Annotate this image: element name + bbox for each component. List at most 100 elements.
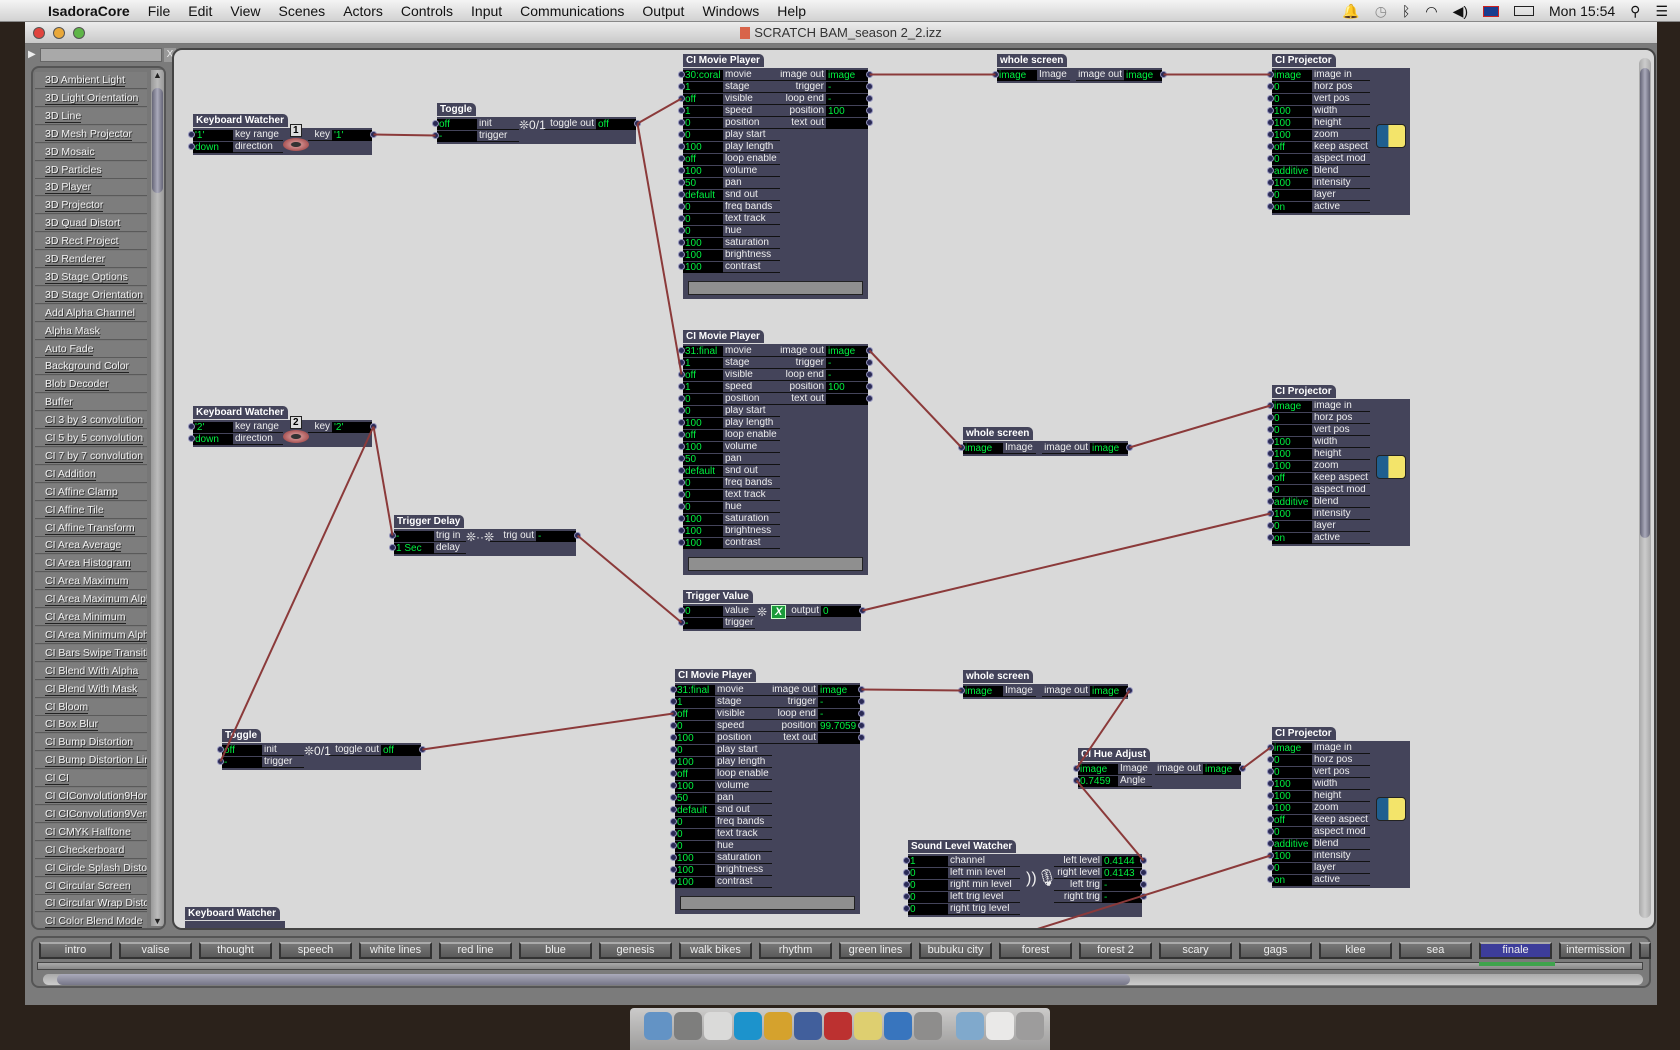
input-value[interactable]: image — [963, 685, 1003, 697]
input-port[interactable] — [678, 71, 685, 78]
actor-list-item[interactable]: CI CIConvolution9Horizontal — [35, 788, 147, 805]
patch-cable[interactable] — [1129, 404, 1271, 449]
output-port[interactable] — [370, 423, 377, 430]
input-port[interactable] — [678, 419, 685, 426]
actor-body[interactable]: '1' key range down direction key '1' 1 — [188, 124, 377, 155]
input-value[interactable]: 100 — [1272, 460, 1312, 472]
actor-list-item[interactable]: CI Bump Distortion Linear — [35, 752, 147, 770]
menu-windows[interactable]: Windows — [693, 3, 768, 19]
input-port[interactable] — [1267, 119, 1274, 126]
input-value[interactable]: 50 — [675, 792, 715, 804]
actor-list-item[interactable]: CI Circle Splash Distortion — [35, 859, 147, 877]
isadora-icon[interactable] — [824, 1012, 852, 1040]
battery-icon[interactable] — [1514, 6, 1534, 16]
input-value[interactable]: image — [1078, 763, 1118, 775]
input-value[interactable]: image — [1272, 400, 1312, 412]
actor-list-item[interactable]: CI Area Maximum Alpha — [35, 591, 147, 609]
output-port[interactable] — [866, 395, 873, 402]
actor-body[interactable]: off init - trigger toggle out off ❊0/1 — [432, 117, 641, 144]
input-port[interactable] — [1267, 131, 1274, 138]
actor-list-item[interactable]: 3D Quad Distort — [35, 215, 147, 233]
input-value[interactable]: 1 — [683, 381, 723, 393]
input-value[interactable]: off — [683, 153, 723, 165]
scene-white-lines[interactable]: white lines — [359, 942, 432, 959]
input-port[interactable] — [1267, 768, 1274, 775]
actor-list-item[interactable]: CI 3 by 3 convolution — [35, 412, 147, 430]
output-port[interactable] — [866, 119, 873, 126]
input-port[interactable] — [678, 191, 685, 198]
input-value[interactable]: 0 — [675, 840, 715, 852]
scrollbar-thumb[interactable] — [57, 974, 1130, 985]
scene-genesis[interactable]: genesis — [599, 942, 672, 959]
input-value[interactable]: 0 — [675, 720, 715, 732]
input-value[interactable]: 100 — [683, 261, 723, 273]
input-value[interactable]: 0 — [1272, 826, 1312, 838]
input-value[interactable]: 0 — [1272, 424, 1312, 436]
actor-body[interactable]: - trig in 1 Sec delay trig out - ❊··❊ — [389, 529, 581, 556]
input-port[interactable] — [670, 830, 677, 837]
output-port[interactable] — [1140, 857, 1147, 864]
actor-keyboard-watcher[interactable]: Keyboard Watcher '2' key range down directio… — [188, 402, 377, 447]
patch-canvas[interactable]: Keyboard Watcher '1' key range down directio… — [172, 48, 1656, 930]
actor-list-item[interactable]: 3D Projector — [35, 197, 147, 215]
input-value[interactable]: 0 — [1272, 189, 1312, 201]
input-port[interactable] — [670, 770, 677, 777]
input-value[interactable]: 1 — [683, 105, 723, 117]
scene-thought[interactable]: thought — [199, 942, 272, 959]
input-port[interactable] — [1267, 744, 1274, 751]
output-port[interactable] — [1140, 869, 1147, 876]
input-value[interactable]: - — [683, 617, 723, 629]
actor-body[interactable]: image image in 0 horz pos 0 vert pos 100 width 1… — [1267, 741, 1410, 888]
actor-toggle[interactable]: Toggle off init - trigger toggle out off ❊0/1 — [217, 725, 426, 770]
input-port[interactable] — [670, 758, 677, 765]
actor-trigger-delay[interactable]: Trigger Delay - trig in 1 Sec delay trig out -… — [389, 511, 581, 556]
input-port[interactable] — [1267, 155, 1274, 162]
input-port[interactable] — [678, 539, 685, 546]
input-value[interactable]: 100 — [683, 417, 723, 429]
actor-search-input[interactable] — [40, 48, 162, 62]
input-port[interactable] — [389, 544, 396, 551]
zoom-button[interactable] — [73, 27, 85, 39]
scene-intro[interactable]: intro — [39, 942, 112, 959]
input-port[interactable] — [188, 423, 195, 430]
input-port[interactable] — [1267, 450, 1274, 457]
input-port[interactable] — [678, 503, 685, 510]
actor-list-item[interactable]: 3D Line — [35, 107, 147, 125]
input-value[interactable]: image — [963, 442, 1003, 454]
input-port[interactable] — [188, 131, 195, 138]
notification-icon[interactable]: 🔔 — [1342, 3, 1359, 20]
actor-list-item[interactable]: Alpha Mask — [35, 322, 147, 340]
actor-list-item[interactable]: CI CMYK Halftone — [35, 823, 147, 841]
actor-list-item[interactable]: CI Box Blur — [35, 716, 147, 734]
input-value[interactable]: 0 — [683, 501, 723, 513]
input-value[interactable]: 0 — [683, 489, 723, 501]
wifi-icon[interactable]: ◠ — [1425, 3, 1437, 20]
input-value[interactable]: 100 — [683, 249, 723, 261]
input-value[interactable]: off — [683, 93, 723, 105]
input-value[interactable]: 0 — [683, 201, 723, 213]
document-icon[interactable] — [986, 1012, 1014, 1040]
input-value[interactable]: '1' — [193, 129, 233, 141]
actor-body[interactable]: 31:final movie 1 stage off visible 1 speed 0 posi… — [678, 344, 873, 575]
patch-cable[interactable] — [861, 688, 962, 692]
output-port[interactable] — [1140, 893, 1147, 900]
input-value[interactable]: 100 — [675, 852, 715, 864]
input-value[interactable]: off — [683, 429, 723, 441]
scroll-up-icon[interactable]: ▲ — [151, 70, 164, 80]
actor-title[interactable]: Trigger Value — [683, 590, 753, 603]
input-port[interactable] — [678, 383, 685, 390]
input-port[interactable] — [1267, 864, 1274, 871]
input-value[interactable]: on — [1272, 201, 1312, 213]
actor-title[interactable]: CI Projector — [1272, 385, 1336, 398]
actor-title[interactable]: CI Projector — [1272, 54, 1336, 67]
actor-list-item[interactable]: CI Area Minimum Alpha — [35, 626, 147, 644]
input-value[interactable]: 100 — [1272, 508, 1312, 520]
input-value[interactable]: off — [1272, 472, 1312, 484]
actor-title[interactable]: whole screen — [963, 670, 1034, 683]
input-value[interactable]: 100 — [1272, 778, 1312, 790]
input-value[interactable]: 1 — [683, 357, 723, 369]
input-value[interactable]: - — [437, 130, 477, 142]
input-port[interactable] — [670, 746, 677, 753]
patch-cable[interactable] — [868, 349, 963, 449]
actor-list-item[interactable]: CI CI — [35, 770, 147, 788]
